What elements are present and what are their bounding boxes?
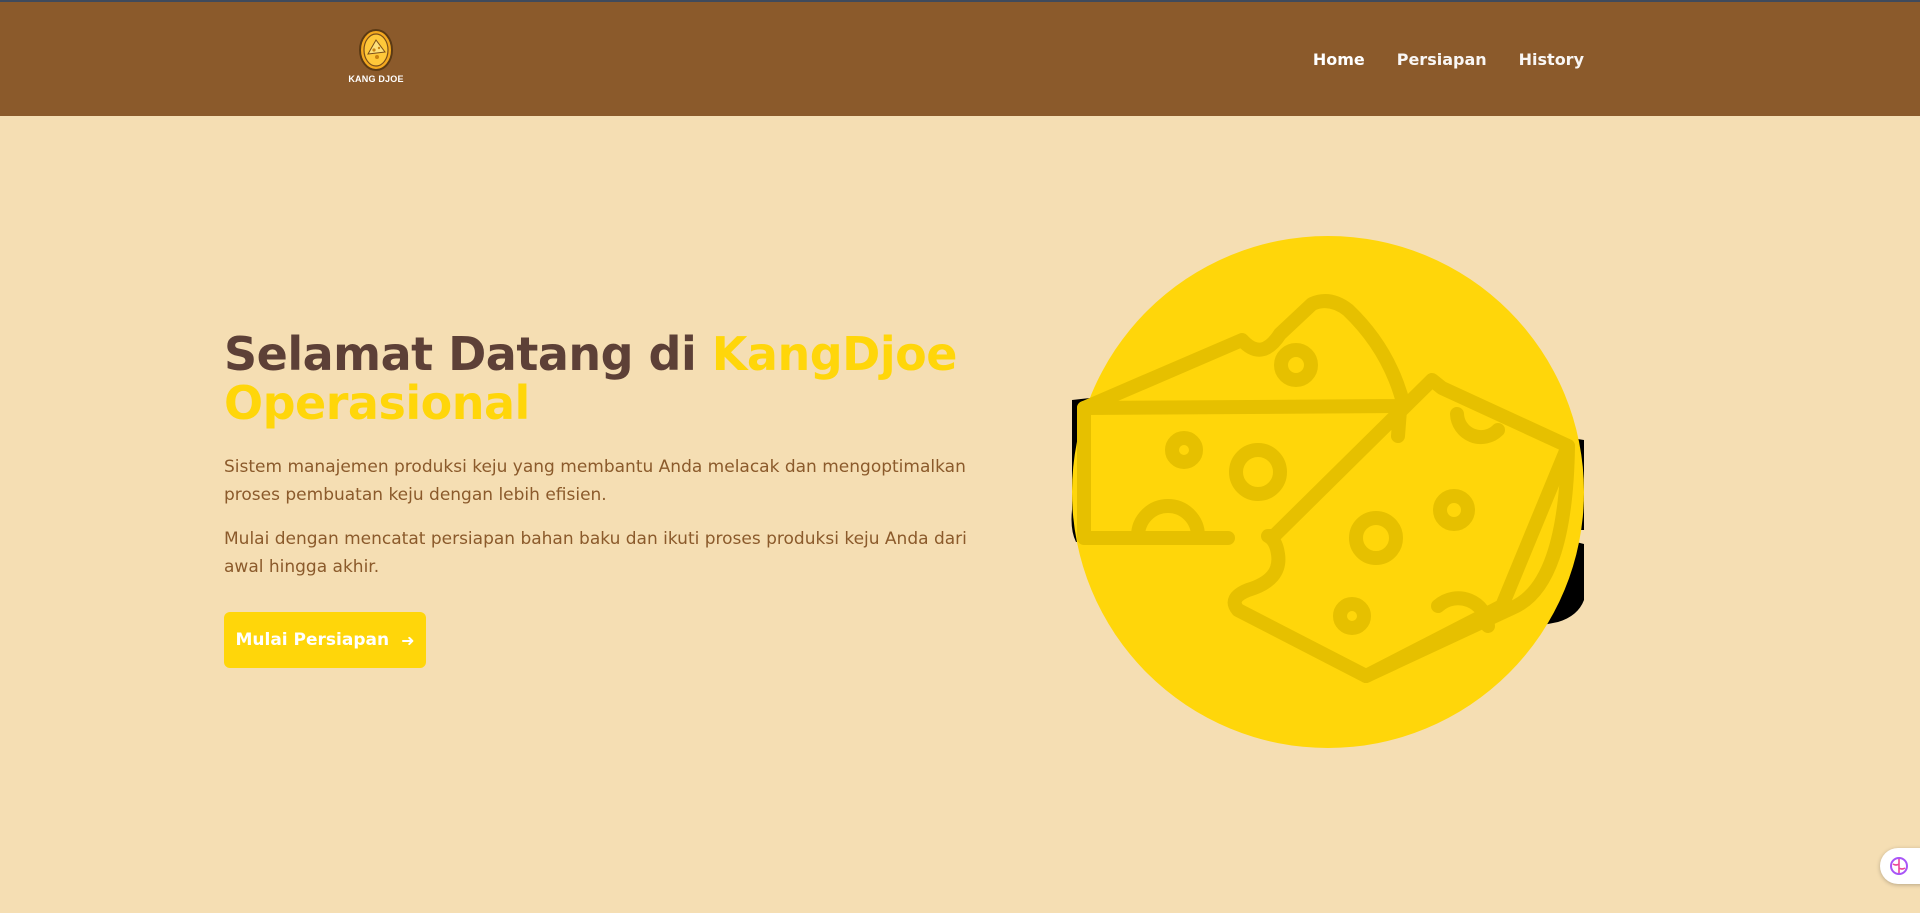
brand-logo[interactable]: KANG DJOE [348,28,403,90]
hero-description: Sistem manajemen produksi keju yang memb… [224,457,966,505]
nav-home-link[interactable]: Home [1313,50,1365,69]
top-navbar: KANG DJOE Home Persiapan History [0,2,1920,116]
start-preparation-label: Mulai Persiapan [235,630,390,650]
start-preparation-button[interactable]: Mulai Persiapan ➜ [224,612,426,668]
floating-assistant-button[interactable] [1880,848,1920,884]
nav-history-link[interactable]: History [1519,50,1584,69]
hero-instruction: Mulai dengan mencatat persiapan bahan ba… [224,529,967,577]
hero-title-main: Selamat Datang di [224,327,712,381]
nav-persiapan-link[interactable]: Persiapan [1397,50,1487,69]
brain-icon [1890,857,1908,875]
cheese-logo-icon [359,29,393,71]
main-nav: Home Persiapan History [1313,2,1584,116]
cheese-illustration [1071,236,1584,748]
hero-title: Selamat Datang di KangDjoe Operasional [224,330,1004,428]
arrow-right-icon: ➜ [401,630,415,650]
brand-logo-text: KANG DJOE [348,74,404,84]
